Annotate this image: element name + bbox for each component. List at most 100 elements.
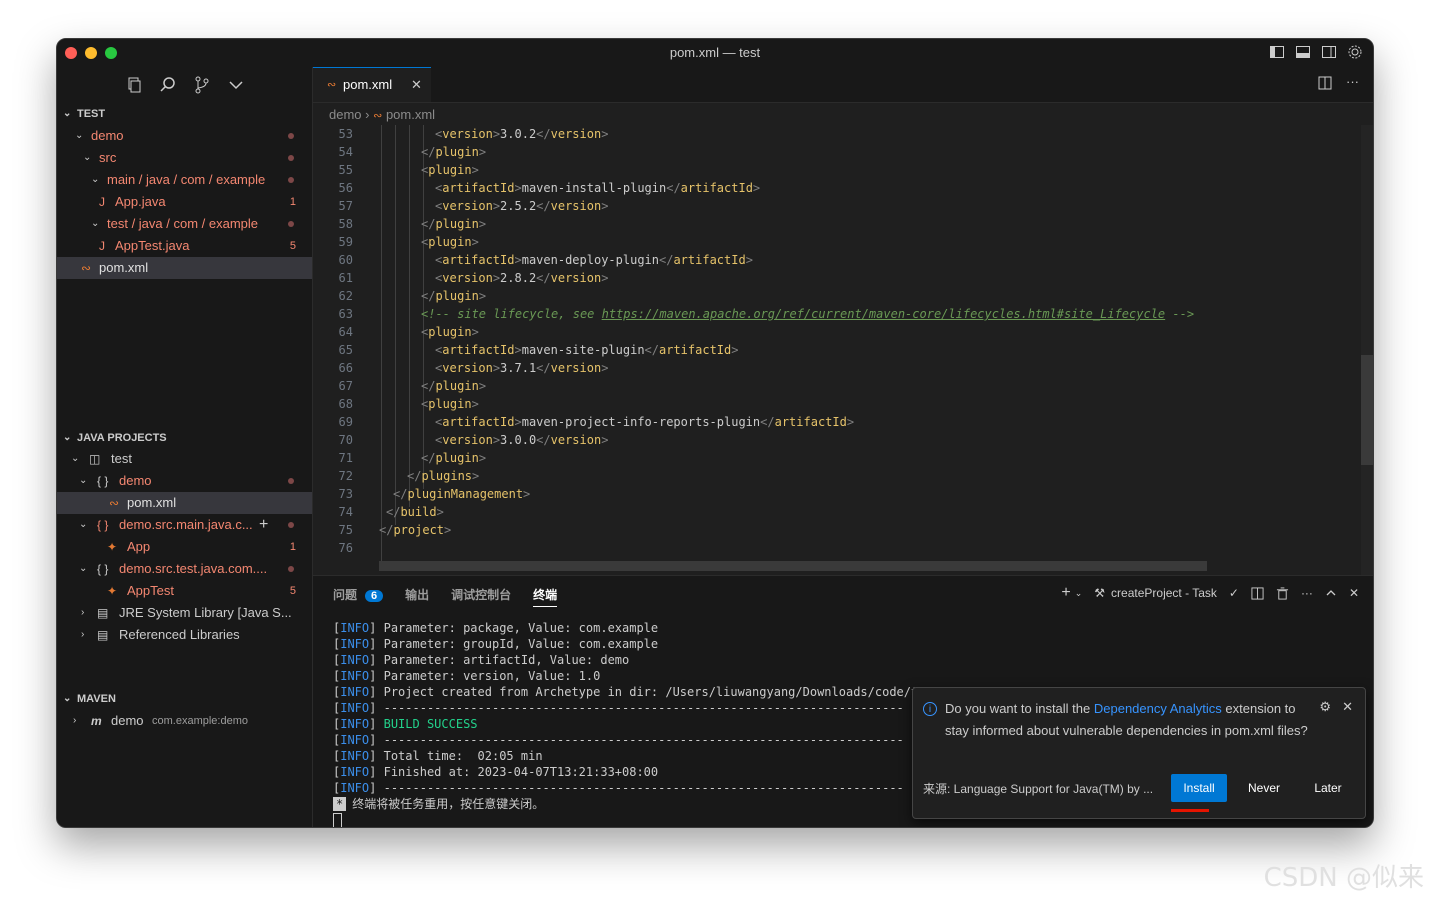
test-section-header[interactable]: ⌄ TEST [57, 103, 312, 125]
project-item-referenced-libraries[interactable]: › ▤ Referenced Libraries [57, 624, 312, 646]
comment-link[interactable]: https://maven.apache.org/ref/current/mav… [602, 307, 1166, 321]
explorer-item-apptest-java[interactable]: J AppTest.java 5 [57, 235, 312, 257]
breadcrumb-item-demo[interactable]: demo [329, 107, 362, 122]
error-dot [288, 478, 294, 484]
close-icon[interactable]: ✕ [1349, 586, 1359, 600]
editor-horizontal-scrollbar[interactable] [379, 561, 1207, 571]
line-number: 68 [338, 397, 353, 411]
tab-problems[interactable]: 问题 6 [333, 586, 384, 607]
explorer-icon[interactable] [125, 76, 143, 94]
explorer-item-app-java[interactable]: J App.java 1 [57, 191, 312, 213]
tab-terminal[interactable]: 终端 [533, 586, 558, 607]
error-dot [288, 566, 294, 572]
project-item-test[interactable]: ⌄ ◫ test [57, 448, 312, 470]
more-views-chevron-icon[interactable] [227, 76, 245, 94]
explorer-item-test-package[interactable]: ⌄ test / java / com / example [57, 213, 312, 235]
dependency-analytics-link[interactable]: Dependency Analytics [1094, 701, 1222, 716]
chevron-down-icon[interactable]: ⌄ [1075, 588, 1083, 599]
chevron-right-icon: › [365, 107, 374, 122]
tab-debug-console[interactable]: 调试控制台 [451, 586, 511, 607]
xml-file-icon: ∾ [81, 261, 92, 275]
explorer-item-label: test / java / com / example [107, 216, 259, 231]
scrollbar-thumb[interactable] [1361, 355, 1373, 465]
line-number: 60 [338, 253, 353, 267]
toggle-secondary-sidebar-icon[interactable] [1321, 44, 1337, 60]
source-control-icon[interactable] [193, 76, 211, 94]
terminal-line: [INFO] Total time: 02:05 min [333, 749, 543, 763]
maven-item-demo[interactable]: › m demo com.example:demo [57, 710, 312, 732]
project-item-app[interactable]: ✦ App 1 [57, 536, 312, 558]
line-number: 53 [338, 127, 353, 141]
split-terminal-icon[interactable] [1251, 586, 1264, 600]
explorer-item-src[interactable]: ⌄ src [57, 147, 312, 169]
explorer-item-pom-xml[interactable]: ∾ pom.xml [57, 257, 312, 279]
code-editor[interactable]: 53 <version>3.0.2</version> 54 </plugin> 55 <… [313, 125, 1373, 585]
code-line: 59 <plugin> [313, 233, 1373, 251]
line-number: 71 [338, 451, 353, 465]
line-number: 74 [338, 505, 353, 519]
split-editor-icon[interactable] [1318, 76, 1332, 90]
never-button[interactable]: Never [1239, 774, 1289, 802]
add-icon[interactable]: + [259, 514, 268, 536]
more-actions-icon[interactable]: ··· [1301, 586, 1313, 600]
code-line: 73 </pluginManagement> [313, 485, 1373, 503]
more-actions-icon[interactable]: ··· [1346, 75, 1359, 90]
line-number: 75 [338, 523, 353, 537]
new-terminal-icon[interactable]: + [1061, 584, 1070, 602]
install-button[interactable]: Install [1171, 774, 1227, 802]
notification-message: Do you want to install the Dependency An… [945, 698, 1315, 742]
explorer-item-demo[interactable]: ⌄ demo [57, 125, 312, 147]
code-line: 58 </plugin> [313, 215, 1373, 233]
chevron-down-icon: ⌄ [79, 519, 88, 530]
code-line: 66 <version>3.7.1</version> [313, 359, 1373, 377]
gear-icon[interactable] [1347, 44, 1363, 60]
trash-icon[interactable] [1276, 586, 1289, 600]
problem-count-badge: 5 [289, 240, 296, 252]
close-icon[interactable]: ✕ [411, 77, 422, 93]
maximize-panel-icon[interactable] [1325, 587, 1337, 599]
explorer-item-label: main / java / com / example [107, 172, 266, 187]
later-button[interactable]: Later [1303, 774, 1353, 802]
project-item-test-package[interactable]: ⌄ { } demo.src.test.java.com.... [57, 558, 312, 580]
project-item-pom-xml[interactable]: ∾ pom.xml [57, 492, 312, 514]
install-underline [1171, 809, 1209, 812]
project-item-demo[interactable]: ⌄ { } demo [57, 470, 312, 492]
explorer-item-label: src [99, 150, 117, 165]
chevron-down-icon: ⌄ [83, 152, 92, 163]
line-content: <version>2.5.2</version> [435, 199, 609, 213]
gear-icon[interactable]: ⚙ [1319, 699, 1331, 715]
chevron-down-icon: ⌄ [79, 563, 88, 574]
close-icon[interactable]: ✕ [1342, 699, 1353, 715]
chevron-down-icon: ⌄ [91, 174, 100, 185]
project-item-label: demo.src.main.java.c... [119, 517, 253, 532]
code-line: 68 <plugin> [313, 395, 1373, 413]
package-braces-icon: { } [97, 518, 109, 532]
toggle-primary-sidebar-icon[interactable] [1269, 44, 1285, 60]
chevron-down-icon: ⌄ [63, 108, 72, 119]
search-icon[interactable] [159, 76, 177, 94]
line-number: 62 [338, 289, 353, 303]
watermark: CSDN @似来 [1263, 863, 1424, 893]
terminal-task-label[interactable]: createProject - Task [1111, 586, 1217, 600]
tab-pom-xml[interactable]: ∾ pom.xml ✕ [313, 67, 431, 102]
project-item-main-package[interactable]: ⌄ { } demo.src.main.java.c... + [57, 514, 312, 536]
explorer-item-main-package[interactable]: ⌄ main / java / com / example [57, 169, 312, 191]
problem-count-badge: 5 [289, 585, 296, 597]
terminal-prompt [333, 812, 933, 827]
java-projects-section-header[interactable]: ⌄ JAVA PROJECTS [57, 427, 312, 449]
maven-section-header[interactable]: ⌄ MAVEN [57, 688, 312, 710]
tab-output[interactable]: 输出 [405, 586, 429, 607]
project-item-jre-library[interactable]: › ▤ JRE System Library [Java S... [57, 602, 312, 624]
code-line: 74 </build> [313, 503, 1373, 521]
chevron-down-icon: ⌄ [63, 693, 72, 704]
editor-vertical-scrollbar[interactable] [1361, 125, 1373, 585]
toggle-panel-icon[interactable] [1295, 44, 1311, 60]
xml-file-icon: ∾ [373, 110, 383, 122]
line-number: 67 [338, 379, 353, 393]
terminal-line: [INFO] Project created from Archetype in… [333, 685, 933, 699]
breadcrumb-item-pom[interactable]: pom.xml [386, 107, 435, 122]
terminal-output[interactable]: [INFO] Parameter: package, Value: com.ex… [333, 620, 933, 827]
project-item-apptest[interactable]: ✦ AppTest 5 [57, 580, 312, 602]
code-line: 76 [313, 539, 1373, 557]
package-braces-icon: { } [97, 474, 109, 488]
